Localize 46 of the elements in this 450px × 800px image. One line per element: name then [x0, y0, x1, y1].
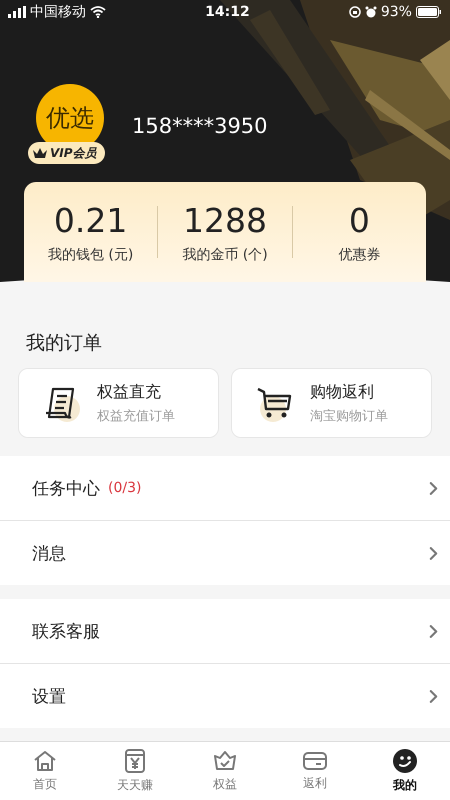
menu-label: 任务中心: [32, 478, 100, 500]
tab[interactable]: 我的: [360, 742, 450, 800]
menu-row[interactable]: 任务中心 (0/3): [0, 456, 450, 520]
menu-label: 设置: [32, 686, 66, 708]
battery-percent: 93%: [380, 4, 412, 20]
order-card[interactable]: 购物返利 淘宝购物订单: [231, 368, 432, 438]
stat-label: 我的钱包 (元): [48, 246, 134, 264]
signal-icon: [8, 6, 26, 18]
home-icon: [32, 749, 58, 773]
phone-number: 158****3950: [132, 114, 268, 138]
chevron-icon: [429, 688, 438, 704]
alarm-icon: [364, 6, 377, 18]
menu-row[interactable]: 消息: [0, 520, 450, 585]
tab[interactable]: 首页: [0, 742, 90, 800]
order-card[interactable]: 权益直充 权益充值订单: [18, 368, 219, 438]
chevron-icon: [429, 546, 438, 560]
battery-icon: [416, 6, 442, 18]
jar-icon: [123, 748, 147, 774]
menu-label: 消息: [32, 542, 66, 564]
tab[interactable]: 权益: [180, 742, 270, 800]
crown-icon: [32, 147, 48, 159]
smiley-icon: [392, 748, 418, 774]
basket-icon: [212, 749, 238, 773]
menu-row[interactable]: 设置: [0, 663, 450, 728]
stat-value[interactable]: 0.21: [54, 200, 128, 240]
rotation-lock-icon: [348, 6, 361, 18]
card-title: 购物返利: [310, 382, 375, 402]
menu-label: 联系客服: [32, 620, 100, 642]
card-subtitle: 淘宝购物订单: [310, 408, 388, 424]
chevron-icon: [429, 624, 438, 638]
task-count: (0/3): [108, 480, 142, 496]
stat-value[interactable]: 1288: [183, 200, 267, 240]
section-title: 我的订单: [25, 331, 103, 356]
stat-value[interactable]: 0: [348, 200, 370, 240]
card-title: 权益直充: [97, 382, 162, 402]
tab[interactable]: 天天赚: [90, 742, 180, 800]
clock-time: 14:12: [205, 4, 250, 20]
stat-label: 优惠券: [338, 246, 380, 264]
carrier-name: 中国移动: [30, 3, 86, 21]
stat-label: 我的金币 (个): [182, 246, 268, 264]
card-subtitle: 权益充值订单: [97, 408, 175, 424]
tab[interactable]: 返利: [270, 742, 360, 800]
wifi-icon: [90, 6, 106, 18]
card-icon: [302, 750, 328, 772]
chevron-icon: [429, 480, 438, 496]
menu-row[interactable]: 联系客服: [0, 599, 450, 663]
